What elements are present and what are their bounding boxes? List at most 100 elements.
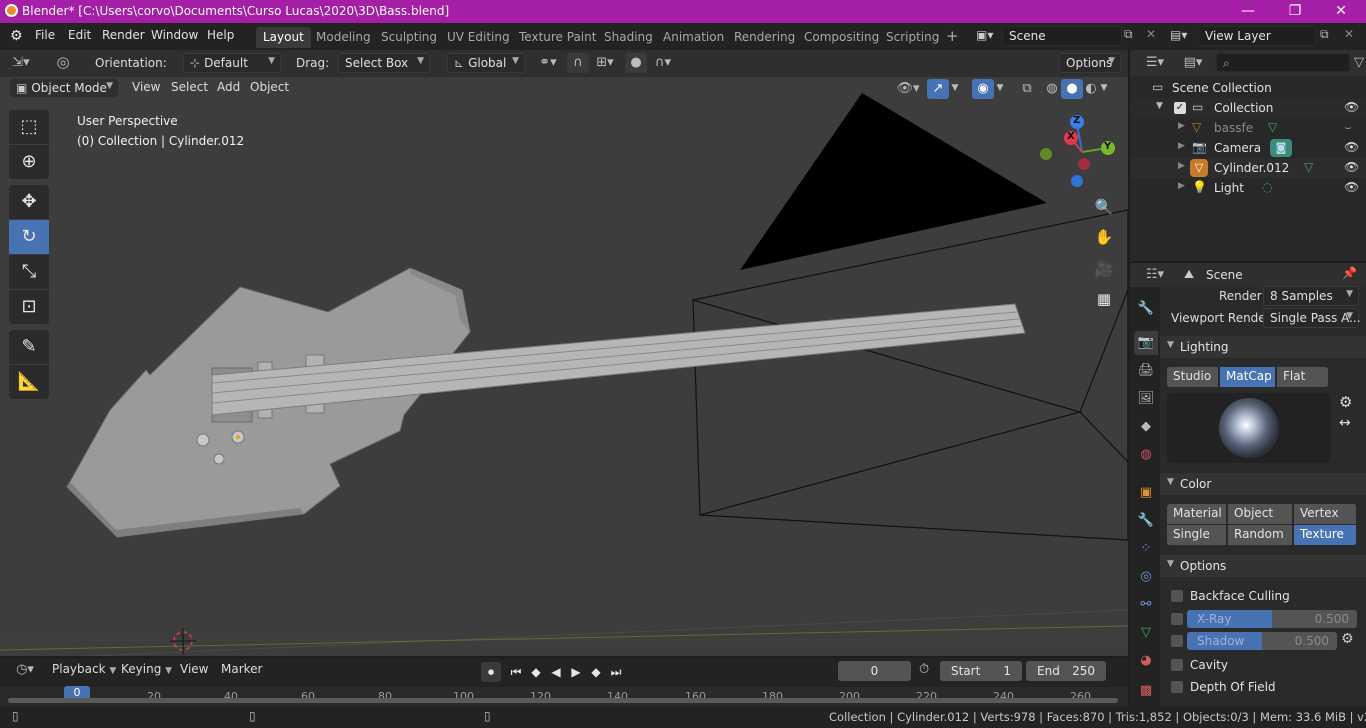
tab-rendering[interactable]: Rendering — [727, 27, 802, 48]
annotate-tool-icon[interactable]: ✎ — [9, 330, 49, 364]
visibility-icon[interactable]: 👁▾ — [893, 79, 923, 99]
jump-end-icon[interactable]: ⏭ — [606, 662, 626, 682]
tab-texture-paint[interactable]: Texture Paint — [512, 27, 603, 48]
expand-arrow-icon[interactable]: ▶ — [1178, 141, 1185, 151]
object-mode-dropdown[interactable]: ▣ Object Mode ▼ — [9, 78, 119, 98]
shadow-checkbox[interactable] — [1171, 635, 1183, 647]
tab-sculpting[interactable]: Sculpting — [374, 27, 444, 48]
preview-range-icon[interactable]: ⏱ — [919, 662, 929, 677]
snap-increment-icon[interactable]: ⊞▾ — [590, 53, 620, 73]
eye-icon[interactable]: 👁 — [1344, 100, 1359, 114]
maximize-button[interactable]: ❐ — [1272, 0, 1318, 23]
transform-orientation-dropdown[interactable]: ⊾ Global ▼ — [447, 53, 525, 73]
texture-tab-icon[interactable]: ▩ — [1134, 679, 1158, 703]
rendered-shading-icon[interactable]: ▼ — [1097, 79, 1111, 99]
constraints-tab-icon[interactable]: ⚯ — [1134, 593, 1158, 617]
outliner-item-camera[interactable]: ▶ 📷 Camera ◙ 👁 — [1130, 138, 1366, 158]
outliner-item-collection[interactable]: ▼ ✓ ▭ Collection 👁 — [1130, 98, 1366, 118]
timeline-marker-menu[interactable]: Marker — [213, 660, 270, 681]
eye-icon[interactable]: 👁 — [1344, 140, 1359, 154]
current-frame-field[interactable]: 0 — [838, 661, 911, 681]
expand-arrow-icon[interactable]: ▼ — [1156, 101, 1163, 111]
backface-culling-checkbox[interactable] — [1171, 590, 1183, 602]
menu-help[interactable]: Help — [207, 28, 234, 42]
select-box-tool-icon[interactable]: ⬚ — [9, 110, 49, 144]
eye-icon[interactable]: 👁 — [1344, 180, 1359, 194]
perspective-toggle-icon[interactable]: ▦ — [1090, 285, 1118, 313]
render-samples-dropdown[interactable]: 8 Samples ▼ — [1263, 286, 1359, 306]
add-workspace-icon[interactable]: + — [946, 27, 959, 45]
lighting-matcap-button[interactable]: MatCap — [1220, 367, 1276, 387]
options-section-header[interactable]: ▼ Options — [1160, 555, 1366, 577]
render-tab-icon[interactable]: 📷 — [1134, 331, 1158, 355]
remove-view-layer-icon[interactable]: ✕ — [1344, 27, 1354, 41]
zoom-icon[interactable]: 🔍 — [1090, 193, 1118, 221]
scene-tab-icon[interactable]: ◆ — [1134, 415, 1158, 439]
outliner-item-bassfe[interactable]: ▶ ▽ bassfe ▽ ⌣ — [1130, 118, 1366, 138]
xray-checkbox[interactable] — [1171, 613, 1183, 625]
transform-tool-icon[interactable]: ⊡ — [9, 290, 49, 324]
scene-selector-icon[interactable]: ▣▾ — [976, 28, 993, 42]
data-tab-icon[interactable]: ▽ — [1134, 621, 1158, 645]
tab-scripting[interactable]: Scripting — [879, 27, 946, 48]
tab-modeling[interactable]: Modeling — [309, 27, 378, 48]
orientation-dropdown[interactable]: ⊹ Default ▼ — [183, 53, 281, 73]
xray-toggle-icon[interactable]: ⧉ — [1016, 79, 1038, 99]
matcap-flip-icon[interactable]: ↔ — [1339, 415, 1351, 431]
color-material-button[interactable]: Material — [1167, 504, 1227, 524]
properties-editor-type-icon[interactable]: ☷▾ — [1140, 265, 1170, 285]
depth-of-field-checkbox[interactable] — [1171, 681, 1183, 693]
overlays-dropdown-icon[interactable]: ▼ — [993, 79, 1007, 99]
material-tab-icon[interactable]: ◕ — [1134, 649, 1158, 673]
collection-checkbox-icon[interactable]: ✓ — [1174, 102, 1186, 114]
record-icon[interactable]: ⏺ — [481, 662, 501, 682]
output-tab-icon[interactable]: 🖨 — [1134, 359, 1158, 383]
overlays-toggle-icon[interactable]: ◉ — [972, 79, 994, 99]
new-scene-icon[interactable]: ⧉ — [1124, 27, 1133, 42]
end-frame-field[interactable]: End 250 — [1026, 661, 1106, 681]
outliner-item-scene-collection[interactable]: ▭ Scene Collection — [1130, 78, 1366, 98]
hidden-eye-icon[interactable]: ⌣ — [1344, 120, 1352, 135]
new-view-layer-icon[interactable]: ⧉ — [1320, 27, 1329, 42]
lighting-studio-button[interactable]: Studio — [1167, 367, 1219, 387]
viewport-render-dropdown[interactable]: Single Pass A... ▼ — [1263, 308, 1361, 328]
pin-icon[interactable]: 📌 — [1342, 266, 1357, 280]
pan-hand-icon[interactable]: ✋ — [1090, 223, 1118, 251]
color-single-button[interactable]: Single — [1167, 525, 1227, 545]
lighting-flat-button[interactable]: Flat — [1277, 367, 1329, 387]
next-keyframe-icon[interactable]: ◆ — [586, 662, 606, 682]
scale-tool-icon[interactable]: ⤡ — [9, 255, 49, 289]
matcap-preview[interactable] — [1167, 393, 1330, 463]
play-icon[interactable]: ▶ — [566, 662, 586, 682]
physics-tab-icon[interactable]: ◎ — [1134, 565, 1158, 589]
view-layer-field[interactable]: View Layer — [1198, 26, 1316, 46]
shadow-settings-icon[interactable]: ⚙ — [1341, 631, 1354, 647]
tab-shading[interactable]: Shading — [597, 27, 660, 48]
particles-tab-icon[interactable]: ⁘ — [1134, 537, 1158, 561]
view-layer-tab-icon[interactable]: 🖼 — [1134, 387, 1158, 411]
remove-scene-icon[interactable]: ✕ — [1146, 27, 1156, 41]
lighting-section-header[interactable]: ▼ Lighting — [1160, 336, 1366, 358]
close-button[interactable]: ✕ — [1318, 0, 1364, 23]
expand-arrow-icon[interactable]: ▶ — [1178, 161, 1185, 171]
expand-arrow-icon[interactable]: ▶ — [1178, 121, 1185, 131]
transform-pivot-icon[interactable]: ◎ — [52, 53, 74, 73]
minimize-button[interactable]: — — [1225, 0, 1271, 23]
menu-render[interactable]: Render — [102, 28, 145, 42]
timeline-ruler[interactable] — [0, 687, 1128, 706]
menu-file[interactable]: File — [35, 28, 55, 42]
drag-dropdown[interactable]: Select Box ▼ — [338, 53, 430, 73]
color-texture-button[interactable]: Texture — [1294, 525, 1357, 545]
scene-field[interactable]: Scene — [1002, 26, 1122, 46]
move-tool-icon[interactable]: ✥ — [9, 185, 49, 219]
eye-icon[interactable]: 👁 — [1344, 160, 1359, 174]
object-tab-icon[interactable]: ▣ — [1134, 481, 1158, 505]
color-random-button[interactable]: Random — [1228, 525, 1293, 545]
menu-edit[interactable]: Edit — [68, 28, 91, 42]
timeline-view-menu[interactable]: View — [172, 660, 216, 681]
proportional-falloff-icon[interactable]: ∩▾ — [648, 53, 678, 73]
viewport-menu-object[interactable]: Object — [242, 78, 297, 99]
cursor-tool-icon[interactable]: ⊕ — [9, 145, 49, 179]
wireframe-shading-icon[interactable]: ◍ — [1041, 79, 1063, 99]
proportional-edit-icon[interactable]: ● — [625, 53, 647, 73]
